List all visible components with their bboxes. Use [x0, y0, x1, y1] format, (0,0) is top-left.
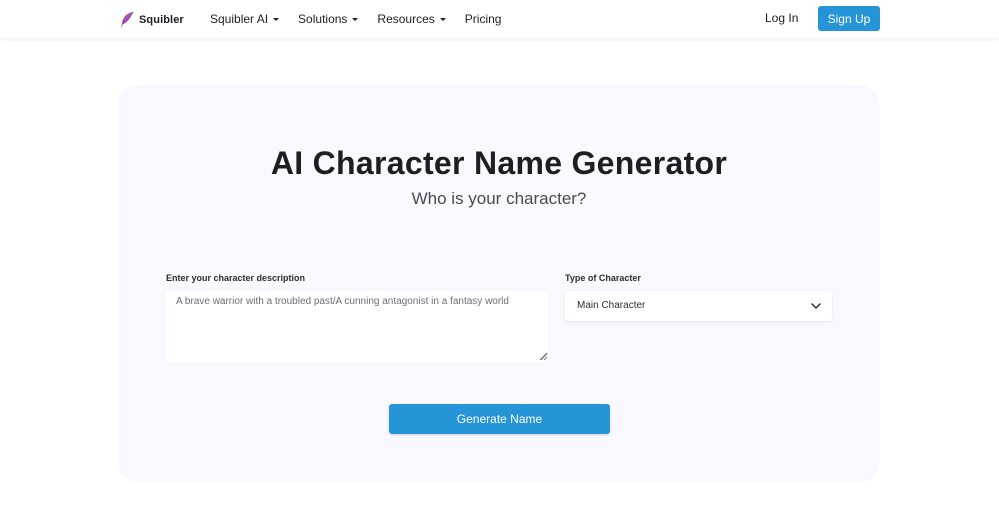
login-link[interactable]: Log In	[765, 11, 798, 25]
nav-item-label: Resources	[377, 12, 435, 26]
caret-down-icon	[273, 17, 280, 21]
nav-item-resources[interactable]: Resources	[377, 12, 446, 26]
page-title: AI Character Name Generator	[270, 145, 728, 181]
character-description-input[interactable]	[166, 291, 548, 361]
nav-item-label: Squibler AI	[210, 12, 269, 26]
resize-handle-icon[interactable]	[541, 354, 547, 360]
nav-item-pricing[interactable]: Pricing	[465, 12, 502, 26]
signup-button[interactable]: Sign Up	[818, 6, 880, 31]
nav-item-label: Pricing	[464, 12, 502, 26]
nav-item-label: Solutions	[298, 12, 348, 26]
quill-feather-icon	[121, 11, 134, 28]
nav-item-squibler-ai[interactable]: Squibler AI	[210, 12, 280, 26]
character-type-select[interactable]: Main Character	[565, 291, 832, 321]
generate-name-button[interactable]: Generate Name	[389, 404, 610, 434]
generator-card: AI Character Name Generator Who is your …	[118, 85, 880, 482]
brand-name: Squibler	[139, 14, 184, 26]
top-navbar: Squibler Squibler AI Solutions Resources…	[0, 0, 999, 38]
description-label: Enter your character description	[166, 273, 306, 283]
character-type-label: Type of Character	[565, 273, 641, 283]
nav-item-solutions[interactable]: Solutions	[298, 12, 359, 26]
chevron-down-icon	[811, 303, 821, 309]
caret-down-icon	[439, 17, 446, 21]
main-nav: Squibler AI Solutions Resources Pricing	[210, 0, 520, 38]
brand-logo[interactable]: Squibler	[119, 10, 184, 30]
page-subtitle: Who is your character?	[411, 189, 587, 208]
character-type-value: Main Character	[577, 300, 646, 311]
caret-down-icon	[352, 17, 359, 21]
